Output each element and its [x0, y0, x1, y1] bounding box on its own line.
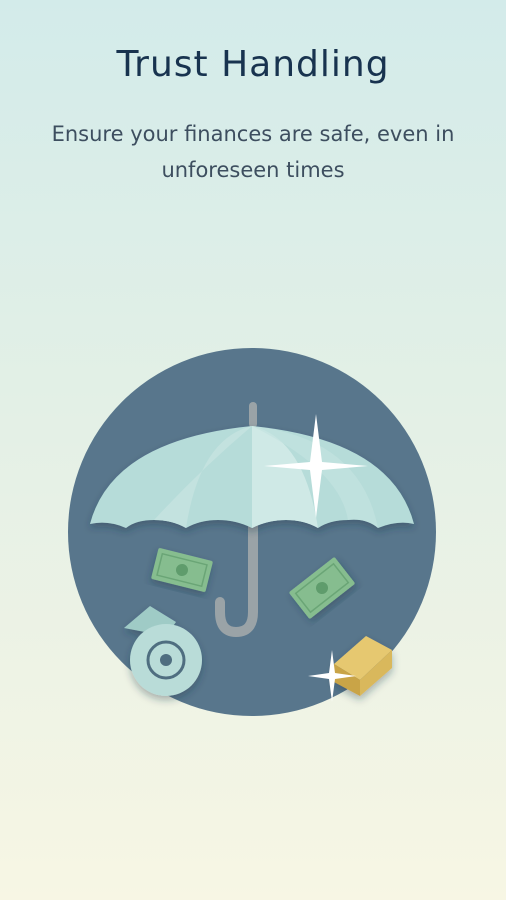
protection-illustration	[68, 348, 436, 716]
page-subtitle: Ensure your finances are safe, even in u…	[51, 122, 455, 182]
page-title: Trust Handling	[116, 44, 390, 85]
